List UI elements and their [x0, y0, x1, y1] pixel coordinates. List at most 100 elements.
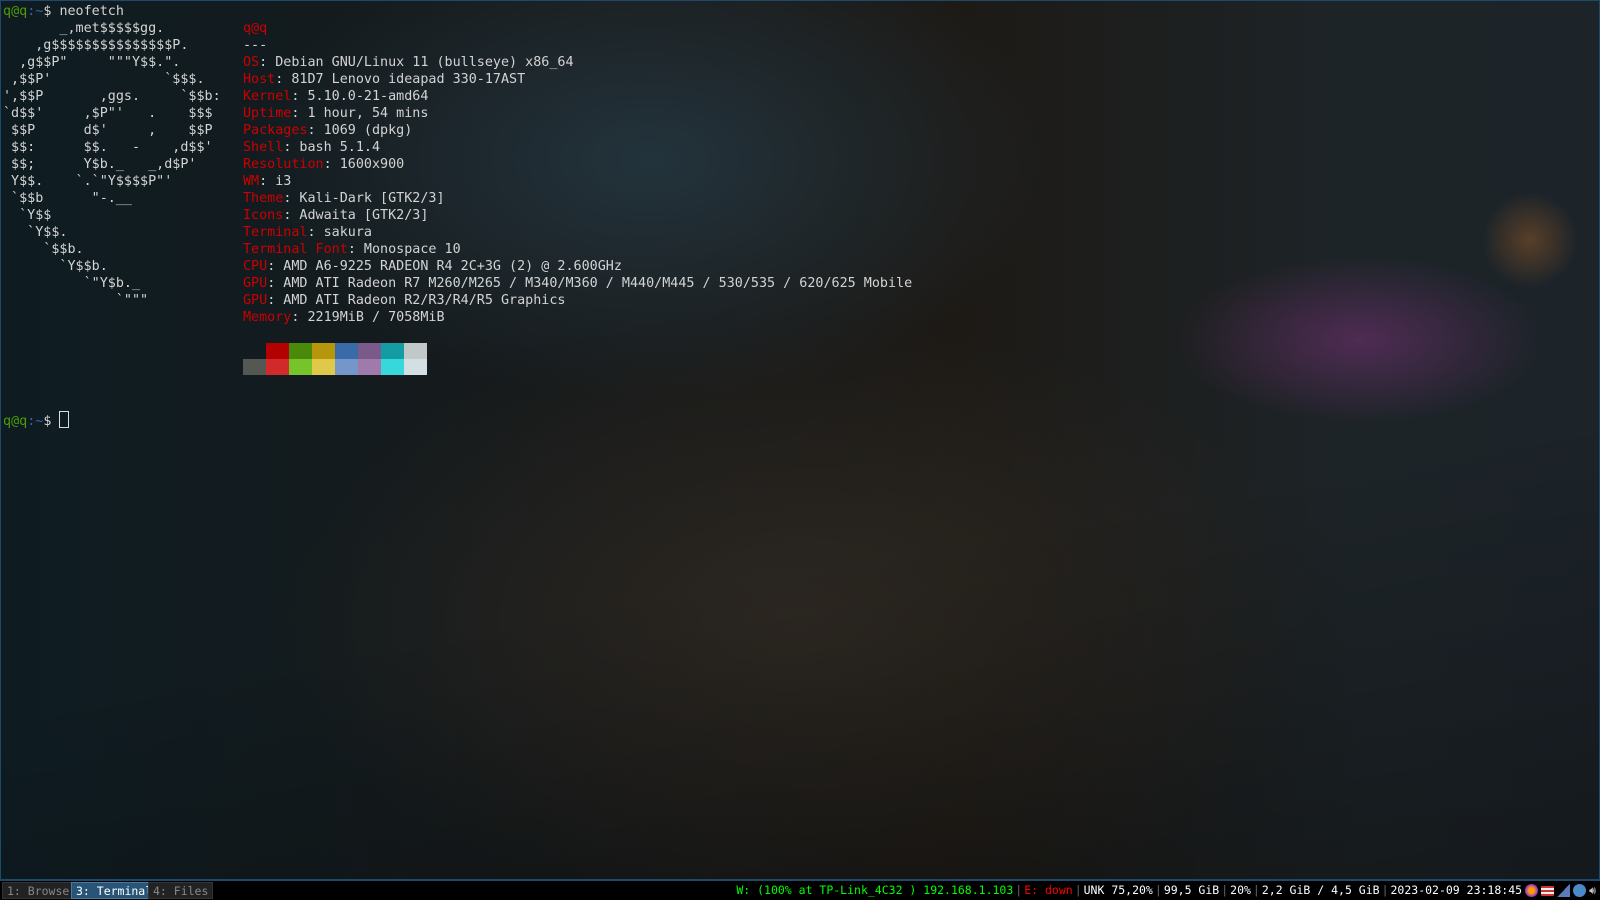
color-swatch: [335, 359, 358, 375]
info-value: : 1069 (dpkg): [307, 123, 413, 138]
logo-line: ',$$P ,ggs. `$$b:: [3, 89, 221, 104]
info-key: Resolution: [243, 157, 324, 172]
info-key: Shell: [243, 140, 284, 155]
cpu-status: 20%: [1230, 883, 1251, 897]
info-line: Kernel: 5.10.0-21-amd64: [243, 89, 428, 104]
color-swatch: [404, 359, 427, 375]
prompt-host: q: [19, 4, 28, 19]
color-swatch: [404, 343, 427, 359]
logo-line: $$: $$. - ,d$$': [3, 140, 213, 155]
logo-line: `$$b "-.__: [3, 191, 132, 206]
info-line: CPU: AMD A6-9225 RADEON R4 2C+3G (2) @ 2…: [243, 259, 622, 274]
info-key: OS: [243, 55, 260, 70]
info-value: : bash 5.1.4: [283, 140, 381, 155]
text-cursor: [59, 411, 70, 428]
info-line: Resolution: 1600x900: [243, 157, 404, 172]
info-line: Memory: 2219MiB / 7058MiB: [243, 310, 445, 325]
logo-line: `Y$$.: [3, 225, 68, 240]
prompt-host: q: [19, 414, 28, 429]
info-line: OS: Debian GNU/Linux 11 (bullseye) x86_6…: [243, 55, 574, 70]
info-key: Theme: [243, 191, 284, 206]
us-flag-keyboard-icon[interactable]: [1541, 885, 1555, 896]
info-value: : Monospace 10: [347, 242, 461, 257]
battery-status: UNK 75,20%: [1083, 883, 1153, 897]
logo-line: Y$$. `.`"Y$$$$P"': [3, 174, 173, 189]
prompt-path: :~: [27, 4, 44, 19]
status-blocks: W: (100% at TP-Link_4C32 ) 192.168.1.103…: [736, 881, 1596, 900]
logo-line: $$; Y$b._ _,d$P': [3, 157, 197, 172]
info-line: Shell: bash 5.1.4: [243, 140, 380, 155]
color-swatch: [358, 343, 381, 359]
logo-line: _,met$$$$$gg.: [3, 21, 165, 36]
globe-tray-icon[interactable]: [1573, 884, 1587, 897]
info-value: : Debian GNU/Linux 11 (bullseye) x86_64: [259, 55, 574, 70]
logo-line: $$P d$' , $$P: [3, 123, 213, 138]
debian-ascii-logo: _,met$$$$$gg. ,g$$$$$$$$$$$$$$$P. ,g$$P"…: [3, 21, 221, 308]
neofetch-output: q@q:~$ neofetch _,met$$$$$gg. ,g$$$$$$$$…: [3, 3, 221, 309]
info-line: Theme: Kali-Dark [GTK2/3]: [243, 191, 445, 206]
system-info: q@q --- OS: Debian GNU/Linux 11 (bullsey…: [243, 20, 912, 326]
info-value: : 5.10.0-21-amd64: [291, 89, 429, 104]
color-palette: [243, 343, 427, 375]
info-line: GPU: AMD ATI Radeon R2/R3/R4/R5 Graphics: [243, 293, 565, 308]
prompt-at: @: [11, 4, 20, 19]
workspace-1-button[interactable]: 1: Browser: [2, 882, 82, 899]
info-key: Host: [243, 72, 276, 87]
wifi-status: W: (100% at TP-Link_4C32 ) 192.168.1.103: [736, 883, 1014, 897]
info-line: Uptime: 1 hour, 54 mins: [243, 106, 428, 121]
color-swatch: [312, 343, 335, 359]
info-key: Memory: [243, 310, 292, 325]
info-value: : i3: [259, 174, 292, 189]
color-swatch: [381, 343, 404, 359]
prompt-path: :~: [27, 414, 44, 429]
info-value: : 2219MiB / 7058MiB: [291, 310, 445, 325]
terminal-window[interactable]: q@q:~$ neofetch _,met$$$$$gg. ,g$$$$$$$$…: [0, 0, 1600, 880]
logo-line: `""": [3, 293, 149, 308]
info-key: GPU: [243, 276, 268, 291]
info-value: : AMD ATI Radeon R2/R3/R4/R5 Graphics: [267, 293, 566, 308]
info-value: : AMD ATI Radeon R7 M260/M265 / M340/M36…: [267, 276, 913, 291]
volume-icon[interactable]: 🔊︎: [1589, 884, 1596, 897]
info-value: : Adwaita [GTK2/3]: [283, 208, 429, 223]
color-swatch: [243, 343, 266, 359]
datetime-status: 2023-02-09 23:18:45: [1390, 883, 1523, 897]
ethernet-status: E: down: [1024, 883, 1073, 897]
firefox-tray-icon[interactable]: [1525, 884, 1539, 897]
command-text: neofetch: [59, 4, 124, 19]
memory-status: 2,2 GiB / 4,5 GiB: [1261, 883, 1380, 897]
prompt-user: q: [3, 414, 12, 429]
color-swatch: [289, 343, 312, 359]
info-key: Icons: [243, 208, 284, 223]
color-swatch: [335, 343, 358, 359]
workspace-3-button[interactable]: 3: Terminal: [71, 882, 158, 899]
shell-prompt[interactable]: q@q:~$: [3, 411, 70, 430]
info-key: Terminal: [243, 225, 308, 240]
color-swatch: [312, 359, 335, 375]
info-value: : AMD A6-9225 RADEON R4 2C+3G (2) @ 2.60…: [267, 259, 622, 274]
info-underline: ---: [243, 38, 268, 53]
logo-line: `$$b.: [3, 242, 84, 257]
info-key: Uptime: [243, 106, 292, 121]
logo-line: `Y$$: [3, 208, 52, 223]
info-line: WM: i3: [243, 174, 291, 189]
color-swatch: [266, 359, 289, 375]
logo-line: `d$$' ,$P"' . $$$: [3, 106, 213, 121]
info-key: WM: [243, 174, 260, 189]
info-line: Terminal: sakura: [243, 225, 372, 240]
network-signal-icon[interactable]: [1557, 884, 1571, 897]
color-swatch: [243, 359, 266, 375]
color-swatch: [358, 359, 381, 375]
workspace-4-button[interactable]: 4: Files: [148, 882, 214, 899]
info-line: Host: 81D7 Lenovo ideapad 330-17AST: [243, 72, 525, 87]
info-key: CPU: [243, 259, 268, 274]
logo-line: ,g$$P" """Y$$.".: [3, 55, 181, 70]
info-value: : 1 hour, 54 mins: [291, 106, 429, 121]
color-swatch: [266, 343, 289, 359]
info-key: Packages: [243, 123, 308, 138]
prompt-at: @: [11, 414, 20, 429]
disk-status: 99,5 GiB: [1163, 883, 1220, 897]
info-line: Packages: 1069 (dpkg): [243, 123, 412, 138]
i3-status-bar: 1: Browser 3: Terminal 4: Files W: (100%…: [0, 880, 1600, 900]
info-key: GPU: [243, 293, 268, 308]
color-swatch: [289, 359, 312, 375]
